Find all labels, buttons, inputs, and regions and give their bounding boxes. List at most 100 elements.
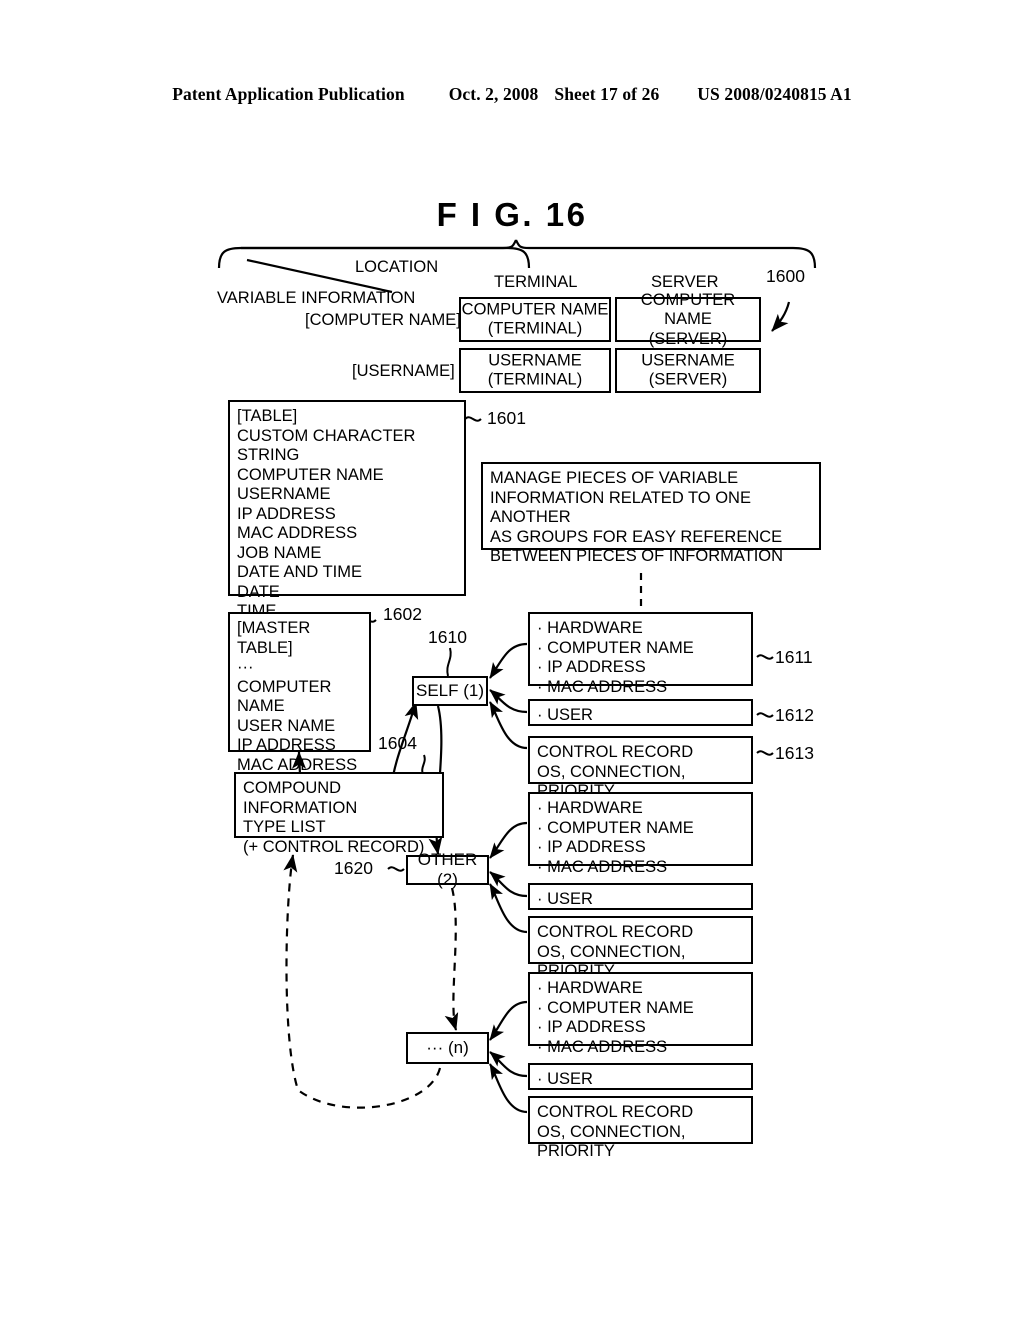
matrix-cell-server-username: USERNAME (SERVER) — [615, 348, 761, 393]
control-line: CONTROL RECORD — [537, 923, 694, 941]
conn-other-to-n-dashed — [444, 887, 459, 1031]
ref-1611-leader — [756, 654, 774, 660]
node-n[interactable]: ··· (n) — [406, 1032, 489, 1064]
patent-number: US 2008/0240815 A1 — [697, 84, 852, 104]
conn-hw1-to-self — [489, 642, 528, 679]
matrix-column-header-server: SERVER — [651, 273, 719, 291]
hardware-line: · MAC ADDRESS — [537, 1037, 668, 1056]
matrix-cell-terminal-username: USERNAME (TERMINAL) — [459, 348, 611, 393]
ref-1610: 1610 — [428, 627, 467, 647]
hardware-line: · COMPUTER NAME — [537, 818, 694, 837]
compound-line: TYPE LIST — [243, 818, 326, 836]
table-line: USERNAME — [237, 485, 331, 503]
group-3-hardware-box: · HARDWARE · COMPUTER NAME · IP ADDRESS … — [528, 972, 753, 1056]
ref-1602: 1602 — [383, 604, 422, 624]
hardware-line: · HARDWARE — [537, 979, 643, 997]
user-line: · USER — [537, 706, 593, 724]
ref-1613: 1613 — [775, 743, 814, 763]
master-table-line: [MASTER TABLE] — [237, 619, 311, 657]
scope-brace-1600 — [217, 239, 817, 269]
compound-line: COMPOUND INFORMATION — [243, 779, 358, 817]
note-line: INFORMATION RELATED TO ONE ANOTHER — [490, 488, 751, 527]
node-label: OTHER (2) — [417, 850, 478, 889]
conn-control2-to-other — [489, 883, 528, 934]
compound-information-box: COMPOUND INFORMATION TYPE LIST (+ CONTRO… — [234, 772, 444, 856]
hardware-line: · MAC ADDRESS — [537, 677, 668, 696]
publication-title: Patent Application Publication — [172, 84, 405, 104]
figure-title: F I G. 16 — [436, 196, 588, 233]
ref-1610-leader — [446, 647, 452, 677]
note-line: BETWEEN PIECES OF INFORMATION — [490, 547, 784, 565]
hardware-line: · COMPUTER NAME — [537, 638, 694, 657]
table-line: MAC ADDRESS — [237, 524, 358, 542]
cell-line-2: (TERMINAL) — [487, 370, 583, 389]
group-2-user-box: · USER — [528, 883, 753, 910]
hardware-line: · HARDWARE — [537, 799, 643, 817]
master-table-line: USER NAME — [237, 716, 336, 735]
ref-1601-leader — [464, 416, 482, 422]
control-line: OS, CONNECTION, PRIORITY — [537, 1122, 686, 1161]
cell-line-2: (SERVER) — [648, 329, 728, 348]
group-3-user-box: · USER — [528, 1063, 753, 1090]
user-line: · USER — [537, 1070, 593, 1088]
table-line: COMPUTER NAME — [237, 465, 384, 484]
publication-header: Patent Application Publication Oct. 2, 2… — [0, 84, 1024, 105]
ref-1612: 1612 — [775, 705, 814, 725]
matrix-column-header-terminal: TERMINAL — [494, 273, 578, 291]
cell-line-2: (TERMINAL) — [487, 319, 583, 338]
matrix-col-axis-label: VARIABLE INFORMATION — [217, 289, 416, 307]
conn-control1-to-self — [489, 701, 528, 750]
ref-1620: 1620 — [334, 858, 373, 878]
ref-1600-pointer — [771, 301, 791, 332]
ref-1612-leader — [756, 712, 774, 718]
matrix-cell-server-computer-name: COMPUTER NAME (SERVER) — [615, 290, 761, 347]
cell-line-2: (SERVER) — [648, 370, 728, 389]
hardware-line: · IP ADDRESS — [537, 658, 646, 676]
node-self-1[interactable]: SELF (1) — [412, 676, 488, 706]
publication-date: Oct. 2, 2008 — [448, 84, 539, 104]
matrix-row-axis-label: LOCATION — [355, 258, 439, 276]
conn-user1-to-self — [489, 689, 528, 714]
control-line: CONTROL RECORD — [537, 743, 694, 761]
node-label: SELF (1) — [415, 681, 485, 700]
master-table-line: ··· — [237, 658, 254, 676]
node-other-2[interactable]: OTHER (2) — [406, 850, 489, 889]
cell-line-1: USERNAME — [641, 351, 735, 369]
note-box: MANAGE PIECES OF VARIABLE INFORMATION RE… — [481, 462, 821, 565]
group-1-control-record-box: CONTROL RECORD OS, CONNECTION, PRIORITY — [528, 736, 753, 800]
conn-control3-to-n — [489, 1063, 528, 1114]
conn-hw2-to-other — [489, 821, 528, 859]
user-line: · USER — [537, 890, 593, 908]
ref-1611: 1611 — [775, 647, 813, 667]
ref-1604: 1604 — [378, 733, 417, 753]
group-1-user-box: · USER — [528, 699, 753, 726]
node-label: ··· (n) — [426, 1038, 469, 1057]
cell-line-1: USERNAME — [488, 351, 582, 369]
cell-line-1: COMPUTER NAME — [461, 300, 609, 318]
table-line: JOB NAME — [237, 543, 322, 562]
conn-hw3-to-n — [489, 1000, 528, 1041]
master-table-line: IP ADDRESS — [237, 736, 336, 754]
sheet-number: Sheet 17 of 26 — [554, 84, 660, 104]
table-line: IP ADDRESS — [237, 504, 336, 523]
conn-user2-to-other — [489, 871, 528, 898]
group-1-hardware-box: · HARDWARE · COMPUTER NAME · IP ADDRESS … — [528, 612, 753, 696]
group-3-control-record-box: CONTROL RECORD OS, CONNECTION, PRIORITY — [528, 1096, 753, 1160]
table-line: DATE — [237, 582, 280, 601]
matrix-cell-terminal-computer-name: COMPUTER NAME (TERMINAL) — [459, 297, 611, 342]
control-line: CONTROL RECORD — [537, 1103, 694, 1121]
master-table-line: COMPUTER NAME — [237, 677, 332, 716]
master-table-box: [MASTER TABLE] ··· COMPUTER NAME USER NA… — [228, 612, 371, 793]
hardware-line: · IP ADDRESS — [537, 1018, 646, 1036]
hardware-line: · IP ADDRESS — [537, 838, 646, 856]
cell-line-1: COMPUTER NAME — [640, 290, 736, 328]
ref-1620-leader — [387, 866, 405, 872]
hardware-line: · COMPUTER NAME — [537, 998, 694, 1017]
note-line: AS GROUPS FOR EASY REFERENCE — [490, 527, 783, 546]
group-2-hardware-box: · HARDWARE · COMPUTER NAME · IP ADDRESS … — [528, 792, 753, 876]
ref-1613-leader — [756, 750, 774, 756]
matrix-row-label-username: [USERNAME] — [352, 362, 455, 380]
hardware-line: · MAC ADDRESS — [537, 857, 668, 876]
ref-1601: 1601 — [487, 408, 526, 428]
table-line: [TABLE] — [237, 407, 298, 425]
